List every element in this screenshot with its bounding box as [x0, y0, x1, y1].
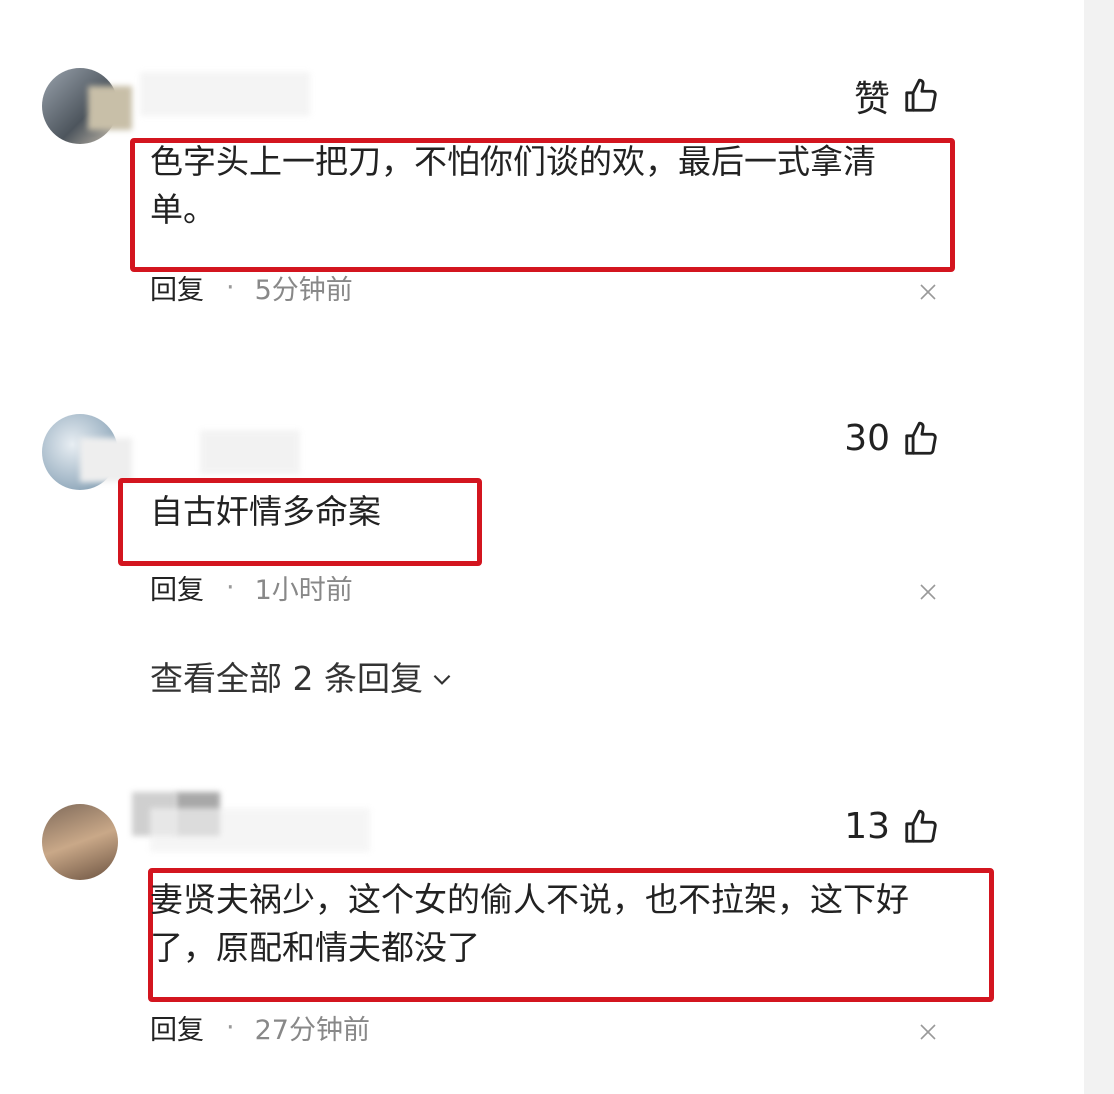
- comment-text-line: 妻贤夫祸少，这个女的偷人不说，也不拉架，这下好: [150, 880, 909, 919]
- comment-text: 妻贤夫祸少，这个女的偷人不说，也不拉架，这下好 了，原配和情夫都没了: [150, 876, 909, 972]
- avatar[interactable]: [42, 804, 118, 880]
- comment-text-line: 了，原配和情夫都没了: [150, 928, 480, 967]
- like-button[interactable]: 13: [844, 806, 940, 847]
- comment-item: 13 妻贤夫祸少，这个女的偷人不说，也不拉架，这下好 了，原配和情夫都没了 回复…: [0, 0, 1080, 1094]
- close-icon[interactable]: [916, 1020, 940, 1044]
- like-count: 13: [844, 806, 890, 847]
- scrollbar-track[interactable]: [1084, 0, 1114, 1094]
- comment-meta: 回复 · 27分钟前: [150, 1008, 370, 1047]
- username-blurred: [150, 808, 370, 852]
- thumbs-up-icon: [905, 809, 937, 843]
- separator-dot: ·: [226, 1012, 235, 1043]
- timestamp: 27分钟前: [254, 1015, 370, 1046]
- reply-button[interactable]: 回复: [150, 1008, 204, 1047]
